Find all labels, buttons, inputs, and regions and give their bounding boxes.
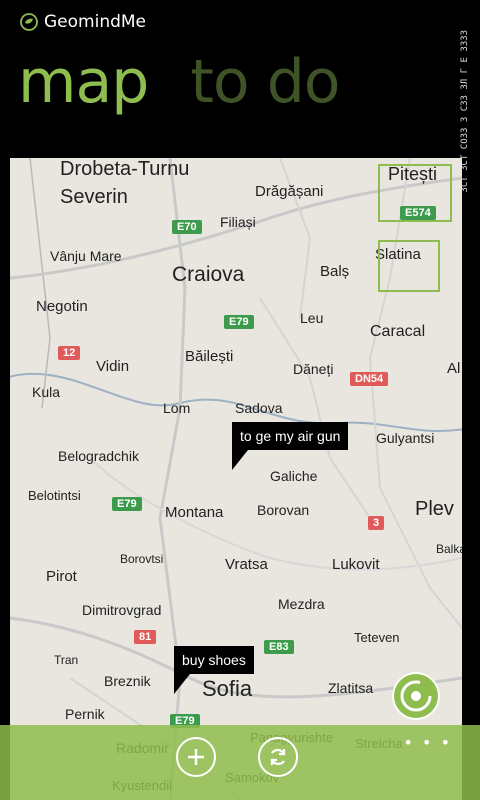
map-city-label: Dăneți xyxy=(293,361,334,377)
road-shield: E83 xyxy=(264,640,294,654)
map-city-label: Breznik xyxy=(104,673,151,689)
add-button[interactable] xyxy=(176,737,216,777)
road-shield: 81 xyxy=(134,630,157,644)
map-city-label: Balș xyxy=(320,263,350,280)
app-name: GeomindMe xyxy=(44,12,147,32)
map-marker-frame xyxy=(378,164,452,222)
map-city-label: Negotin xyxy=(36,298,88,315)
map-city-label: Vidin xyxy=(96,358,130,375)
road-shield: E79 xyxy=(112,497,142,511)
map-city-label: Mezdra xyxy=(278,596,325,612)
map-city-label: Borovtsi xyxy=(120,552,164,566)
map-city-label: Drăgășani xyxy=(255,183,324,200)
pivot-header: map to do xyxy=(18,52,364,112)
map-city-label: Teteven xyxy=(354,630,400,645)
map-city-label: Drobeta-Turnu xyxy=(60,158,190,180)
map-city-label: Gulyantsi xyxy=(376,430,435,446)
more-options-button[interactable]: • • • xyxy=(404,733,452,752)
map-city-label: Montana xyxy=(165,504,224,521)
map-city-label: Băilești xyxy=(185,348,234,365)
pin-text: buy shoes xyxy=(182,652,246,668)
map-city-label: Pirot xyxy=(46,568,77,585)
map-city-label: Craiova xyxy=(172,263,245,286)
map-city-label: Belotintsi xyxy=(28,488,81,503)
map-marker-frame xyxy=(378,240,440,292)
road-shield: E70 xyxy=(172,220,202,234)
map-city-label: Severin xyxy=(60,186,128,208)
map-city-label: Zlatitsa xyxy=(328,680,374,696)
refresh-button[interactable] xyxy=(258,737,298,777)
map-pin-callout[interactable]: buy shoes xyxy=(174,646,254,694)
map-city-label: Galiche xyxy=(270,468,318,484)
location-icon xyxy=(400,680,432,712)
map-city-label: Borovan xyxy=(257,502,310,518)
road-shield: 3 xyxy=(368,516,385,530)
application-bar: • • • xyxy=(0,725,480,800)
app-title: GeomindMe xyxy=(20,12,146,32)
map-city-label: Sadova xyxy=(235,400,283,416)
map-city-label: Leu xyxy=(300,310,324,326)
map-city-label: Vratsa xyxy=(225,556,268,573)
pivot-item-to-do[interactable]: to do xyxy=(190,47,340,117)
map-city-label: Caracal xyxy=(370,323,426,340)
map-city-label: Lom xyxy=(163,400,191,416)
map-city-label: Lukovit xyxy=(332,556,380,573)
app-logo-icon xyxy=(20,13,38,31)
map-city-label: Pernik xyxy=(65,706,105,722)
my-location-button[interactable] xyxy=(392,672,440,720)
map-pin-callout[interactable]: to ge my air gun xyxy=(232,422,349,470)
road-shield: 12 xyxy=(58,346,81,360)
side-text: ЗСТ ЗСТ СОЗЗ З СЗЗ ЗЛ Г Е ЗЗЗЗ xyxy=(460,30,470,193)
plus-icon xyxy=(188,749,204,765)
pivot-item-map[interactable]: map xyxy=(18,47,149,117)
road-shield: DN54 xyxy=(350,372,389,386)
map-city-label: Dimitrovgrad xyxy=(82,602,162,618)
map-city-label: Balka xyxy=(436,542,462,556)
map-city-label: Al xyxy=(447,360,461,377)
callout-tail xyxy=(232,450,248,470)
map-city-label: Kula xyxy=(32,384,61,400)
map-city-label: Sofia xyxy=(202,676,253,701)
map-city-label: Filiași xyxy=(220,214,256,230)
pin-text: to ge my air gun xyxy=(240,428,341,444)
road-shield: E79 xyxy=(224,315,254,329)
map-city-label: Vânju Mare xyxy=(50,248,122,264)
callout-tail xyxy=(174,674,190,694)
refresh-icon xyxy=(270,748,286,766)
map-city-label: Tran xyxy=(54,653,79,667)
map-city-label: Belogradchik xyxy=(58,448,139,464)
map-city-label: Plev xyxy=(415,498,454,520)
